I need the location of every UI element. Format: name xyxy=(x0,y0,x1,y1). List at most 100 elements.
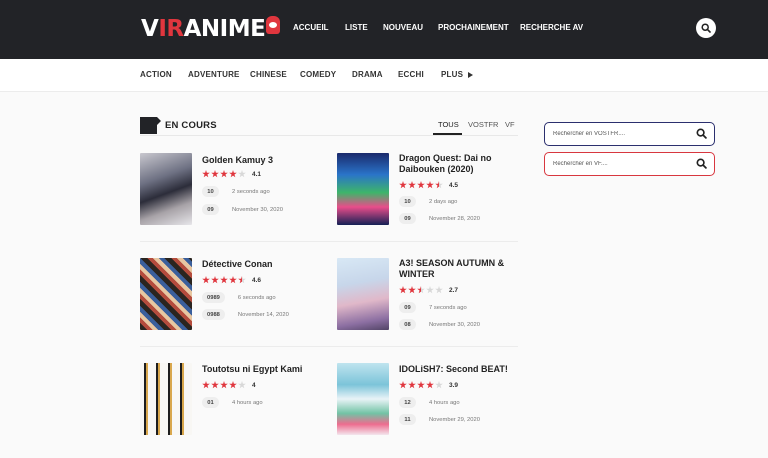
episode-time: 7 seconds ago xyxy=(429,304,467,311)
episode-number[interactable]: 11 xyxy=(399,414,416,425)
nav-accueil[interactable]: ACCUEIL xyxy=(293,23,329,32)
episode-number[interactable]: 08 xyxy=(399,319,416,330)
anime-card[interactable]: IDOLiSH7: Second BEAT! 3.9 12 4 hours ag… xyxy=(337,363,522,438)
top-header: V IR ANIME ACCUEIL LISTE NOUVEAU PROCHAINE… xyxy=(0,0,768,59)
star-icon xyxy=(399,181,407,189)
episode-number[interactable]: 01 xyxy=(202,397,219,408)
episode-row[interactable]: 10 2 seconds ago xyxy=(202,186,270,197)
anime-card[interactable]: Dragon Quest: Dai no Daibouken (2020) 4.… xyxy=(337,153,522,228)
episode-number[interactable]: 10 xyxy=(399,196,416,207)
logo-text-v: V xyxy=(141,16,159,42)
anime-title[interactable]: Golden Kamuy 3 xyxy=(202,155,327,166)
genre-ecchi[interactable]: ECCHI xyxy=(398,70,424,79)
anime-thumbnail[interactable] xyxy=(337,258,389,330)
episode-time: 4 hours ago xyxy=(232,399,263,406)
search-vostfr-input[interactable] xyxy=(553,129,693,139)
rating-value: 4.5 xyxy=(449,181,459,189)
episode-row[interactable]: 0988 November 14, 2020 xyxy=(202,309,289,320)
genre-plus-label: PLUS xyxy=(441,70,464,79)
logo-text-ir: IR xyxy=(158,16,184,42)
rating: 2.7 xyxy=(399,286,458,294)
episode-time: 6 seconds ago xyxy=(237,294,276,301)
anime-thumbnail[interactable] xyxy=(337,363,389,435)
genre-plus[interactable]: PLUS xyxy=(441,70,474,79)
search-vf-input[interactable] xyxy=(553,159,693,169)
star-icon xyxy=(220,276,228,284)
nav-prochainement[interactable]: PROCHAINEMENT xyxy=(438,23,509,32)
episode-row[interactable]: 09 November 30, 2020 xyxy=(202,204,283,215)
section-title: EN COURS xyxy=(165,120,217,131)
genre-bar: ACTION ADVENTURE CHINESE COMEDY DRAMA EC… xyxy=(0,59,768,92)
anime-title[interactable]: Détective Conan xyxy=(202,259,327,270)
section-marker-icon xyxy=(140,117,161,134)
star-icon xyxy=(417,181,425,189)
anime-card[interactable]: Détective Conan 4.6 0989 6 seconds ago 0… xyxy=(140,258,325,333)
nav-recherche-av[interactable]: RECHERCHE AV xyxy=(520,23,583,32)
episode-time: 4 hours ago xyxy=(429,399,460,406)
star-icon xyxy=(229,381,237,389)
genre-adventure[interactable]: ADVENTURE xyxy=(188,70,240,79)
genre-drama[interactable]: DRAMA xyxy=(352,70,383,79)
star-icon xyxy=(426,381,434,389)
search-icon[interactable] xyxy=(696,128,707,139)
nav-liste[interactable]: LISTE xyxy=(345,23,368,32)
star-icon xyxy=(417,381,425,389)
anime-title[interactable]: Dragon Quest: Dai no Daibouken (2020) xyxy=(399,153,524,175)
episode-time: November 14, 2020 xyxy=(237,311,289,318)
episode-number[interactable]: 12 xyxy=(399,397,416,408)
episode-row[interactable]: 0989 6 seconds ago xyxy=(202,292,276,303)
anime-thumbnail[interactable] xyxy=(140,258,192,330)
star-icon xyxy=(426,181,434,189)
episode-number[interactable]: 09 xyxy=(399,213,416,224)
episode-row[interactable]: 09 7 seconds ago xyxy=(399,302,467,313)
search-icon xyxy=(701,23,711,33)
tab-tous[interactable]: TOUS xyxy=(438,120,459,129)
rating-value: 3.9 xyxy=(449,381,459,389)
anime-thumbnail[interactable] xyxy=(140,363,192,435)
anime-card[interactable]: Golden Kamuy 3 4.1 10 2 seconds ago 09 N… xyxy=(140,153,325,228)
row-divider xyxy=(140,346,518,347)
anime-card[interactable]: A3! SEASON AUTUMN & WINTER 2.7 09 7 seco… xyxy=(337,258,522,333)
episode-number[interactable]: 0988 xyxy=(202,309,225,320)
episode-time: 2 days ago xyxy=(429,198,458,205)
row-divider xyxy=(140,241,518,242)
episode-row[interactable]: 01 4 hours ago xyxy=(202,397,263,408)
anime-title[interactable]: IDOLiSH7: Second BEAT! xyxy=(399,364,524,375)
star-icon xyxy=(202,276,210,284)
episode-row[interactable]: 11 November 29, 2020 xyxy=(399,414,480,425)
rating: 3.9 xyxy=(399,381,458,389)
episode-row[interactable]: 10 2 days ago xyxy=(399,196,457,207)
star-icon xyxy=(417,286,425,294)
star-icon xyxy=(408,381,416,389)
episode-time: November 30, 2020 xyxy=(429,321,480,328)
star-icon xyxy=(211,170,219,178)
star-icon xyxy=(408,286,416,294)
nav-nouveau[interactable]: NOUVEAU xyxy=(383,23,423,32)
anime-card[interactable]: Toutotsu ni Egypt Kami 4 01 4 hours ago xyxy=(140,363,325,438)
search-icon[interactable] xyxy=(696,158,707,169)
episode-row[interactable]: 09 November 28, 2020 xyxy=(399,213,480,224)
episode-number[interactable]: 09 xyxy=(202,204,219,215)
genre-comedy[interactable]: COMEDY xyxy=(300,70,336,79)
star-icon xyxy=(435,286,443,294)
star-icon xyxy=(238,381,246,389)
anime-thumbnail[interactable] xyxy=(140,153,192,225)
anime-thumbnail[interactable] xyxy=(337,153,389,225)
tab-vf[interactable]: VF xyxy=(505,120,515,129)
anime-title[interactable]: Toutotsu ni Egypt Kami xyxy=(202,364,327,375)
episode-number[interactable]: 0989 xyxy=(202,292,225,303)
header-search-button[interactable] xyxy=(696,18,716,38)
episode-number[interactable]: 10 xyxy=(202,186,219,197)
site-logo[interactable]: V IR ANIME xyxy=(141,15,281,43)
genre-action[interactable]: ACTION xyxy=(140,70,172,79)
episode-row[interactable]: 08 November 30, 2020 xyxy=(399,319,480,330)
episode-number[interactable]: 09 xyxy=(399,302,416,313)
anime-title[interactable]: A3! SEASON AUTUMN & WINTER xyxy=(399,258,524,280)
genre-chinese[interactable]: CHINESE xyxy=(250,70,287,79)
tab-vostfr[interactable]: VOSTFR xyxy=(468,120,498,129)
star-icon xyxy=(238,170,246,178)
search-vostfr-box xyxy=(544,122,715,146)
episode-row[interactable]: 12 4 hours ago xyxy=(399,397,460,408)
logo-mascot-icon xyxy=(266,16,281,34)
rating: 4 xyxy=(202,381,256,389)
